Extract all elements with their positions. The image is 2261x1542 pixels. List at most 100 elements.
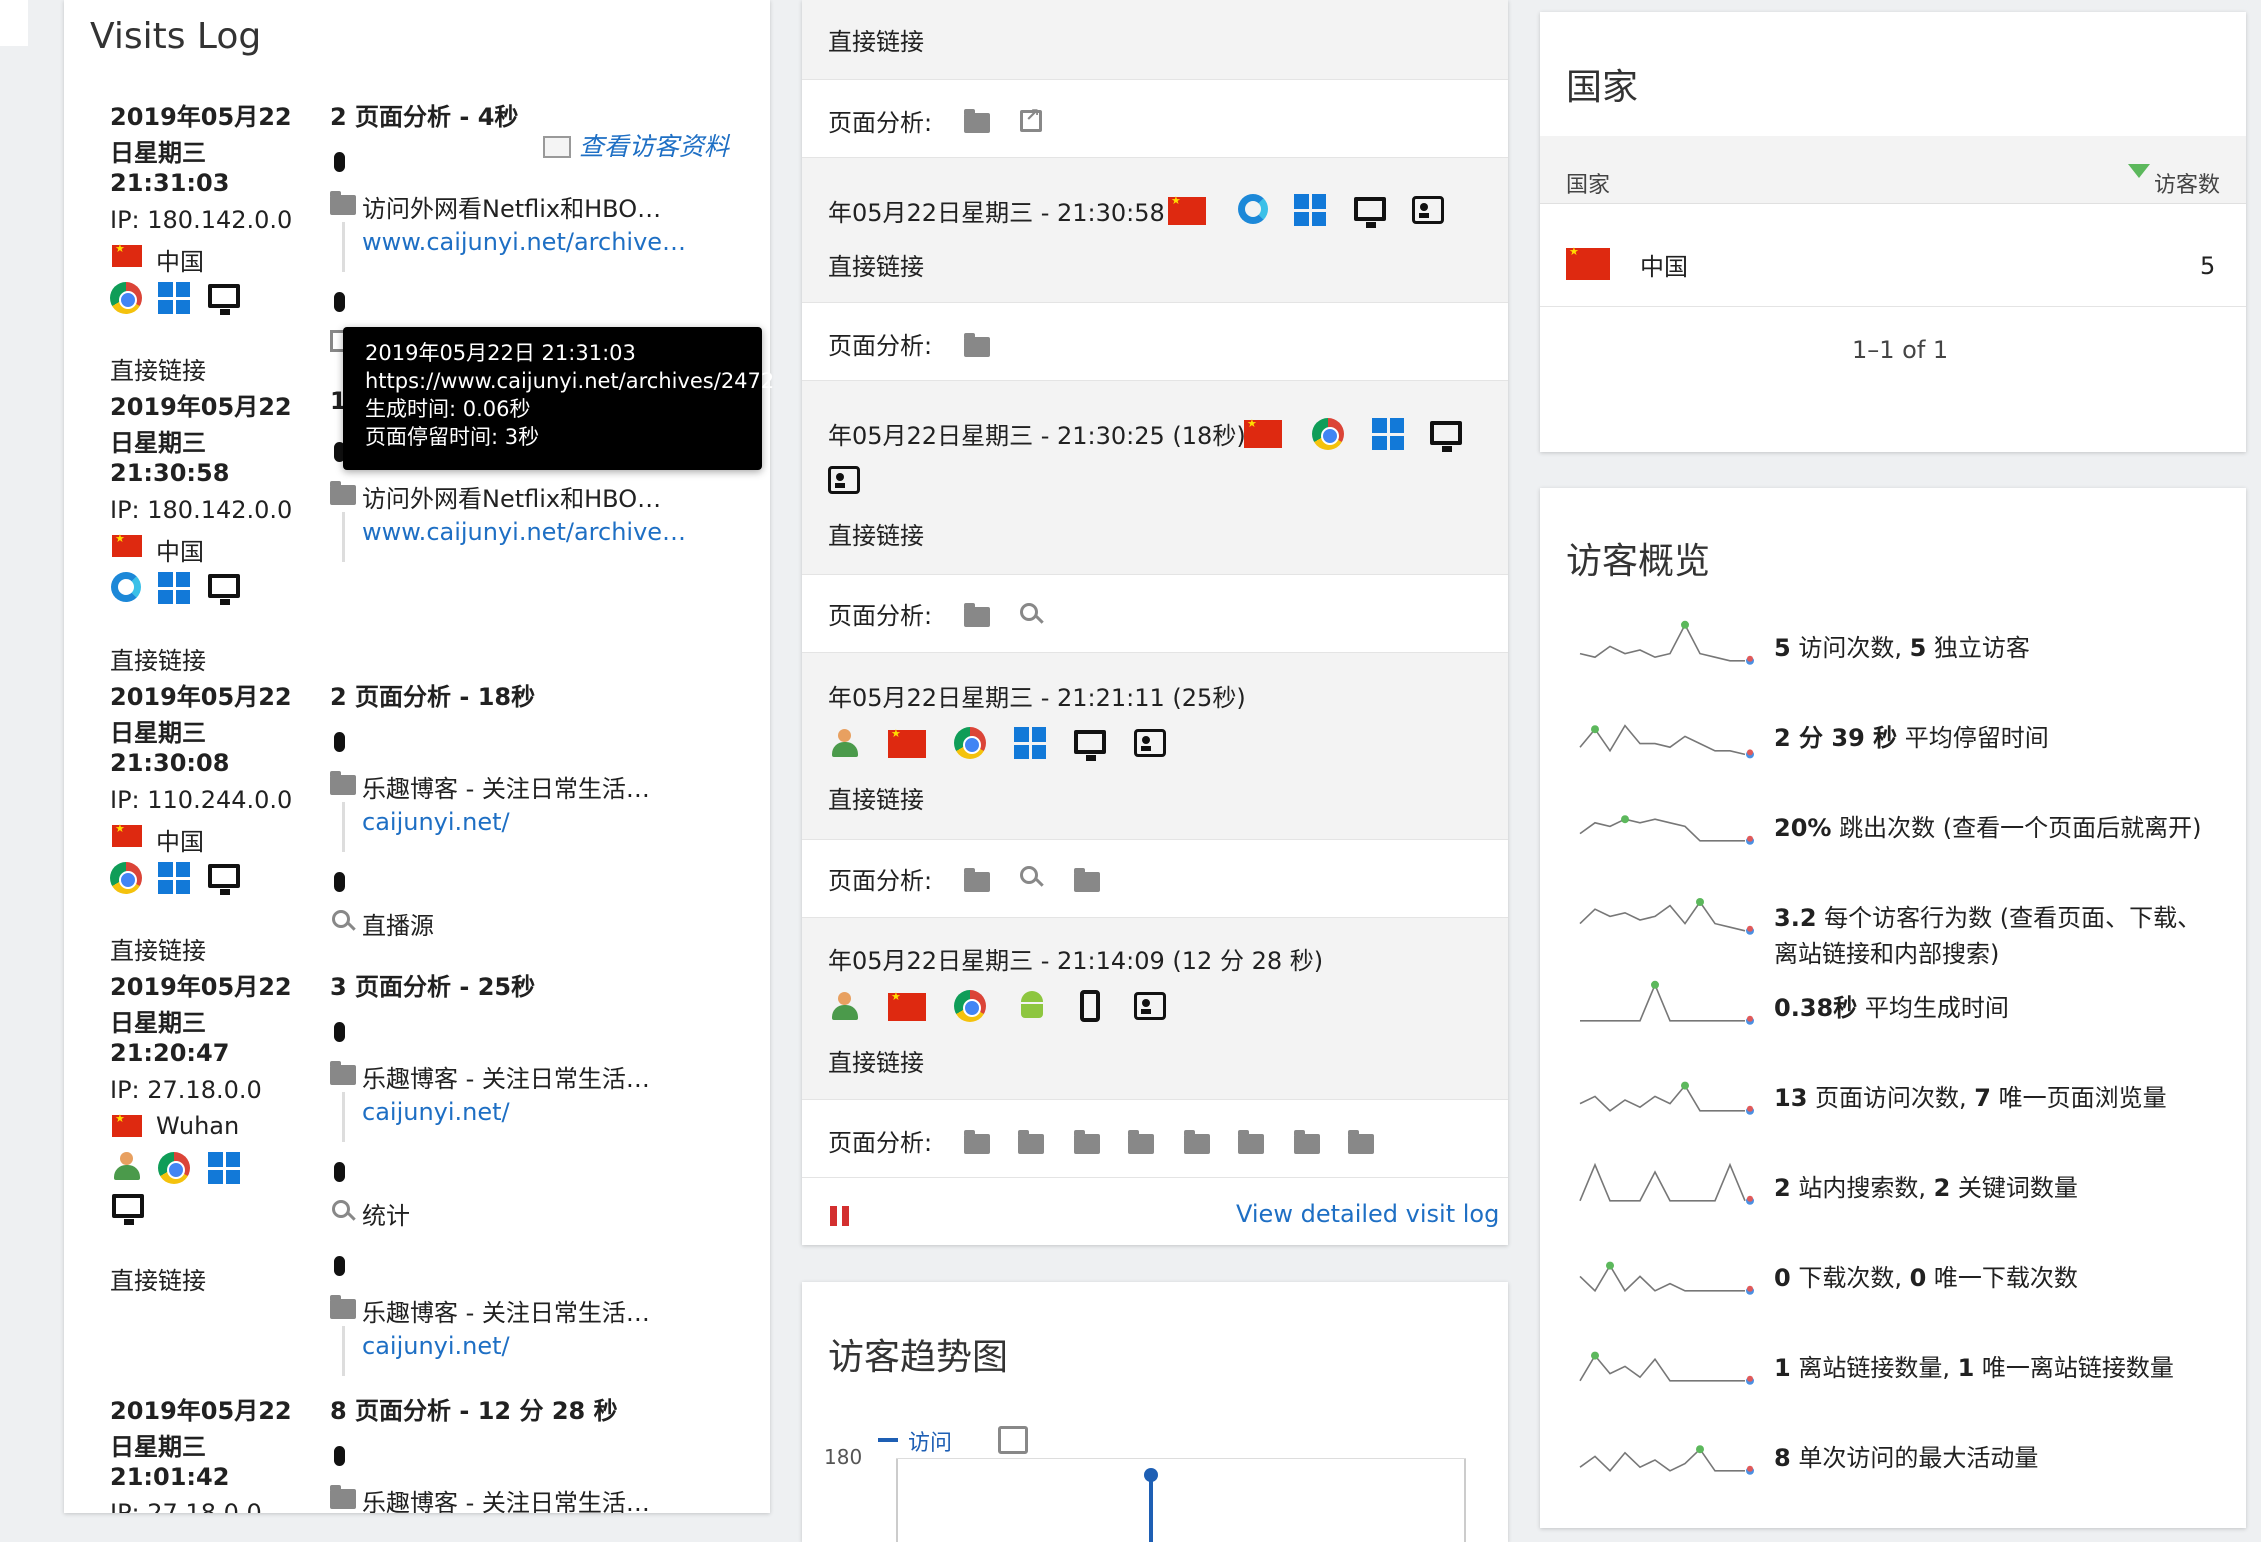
- metric-label-line2: 离站链接和内部搜索): [1774, 940, 2000, 968]
- page-url-link[interactable]: caijunyi.net/: [362, 1332, 510, 1360]
- page-title[interactable]: 乐趣博客 - 关注日常生活…: [362, 769, 650, 804]
- page-url-link[interactable]: www.caijunyi.net/archive…: [362, 228, 686, 256]
- sparkline[interactable]: [1574, 1426, 1754, 1486]
- sort-arrow-icon[interactable]: [2128, 164, 2150, 178]
- page-title[interactable]: 访问外网看Netflix和HBO…: [362, 479, 661, 514]
- metric-label: 访问次数,: [1790, 634, 1910, 662]
- folder-icon[interactable]: [1128, 1130, 1154, 1154]
- chart-type-icon[interactable]: [998, 1426, 1028, 1454]
- page-url-link[interactable]: caijunyi.net/: [362, 808, 510, 836]
- sparkline[interactable]: [1574, 1246, 1754, 1306]
- actions-label: 页面分析:: [828, 602, 933, 630]
- windows-icon: [208, 1152, 240, 1184]
- visit-ip: IP: 180.142.0.0: [110, 206, 293, 234]
- visit-referrer: 直接链接: [828, 28, 924, 56]
- column-header-country[interactable]: 国家: [1566, 167, 1610, 199]
- page-url-link[interactable]: caijunyi.net/: [362, 1098, 510, 1126]
- metric-value: 3.2: [1774, 904, 1817, 932]
- sparkline[interactable]: [1574, 976, 1754, 1036]
- folder-icon[interactable]: [1238, 1130, 1264, 1154]
- china-flag-icon: [1244, 417, 1282, 448]
- visit-referrer: 直接链接: [110, 1267, 206, 1295]
- returning-visitor-icon: [828, 990, 860, 1022]
- windows-icon: [158, 862, 190, 894]
- visitor-profile-icon[interactable]: [1134, 992, 1166, 1020]
- metric-label: 平均停留时间: [1897, 724, 2049, 752]
- pause-icon[interactable]: [830, 1206, 850, 1226]
- legend-line-icon: [878, 1438, 898, 1442]
- overview-title: 访客概览: [1566, 541, 1711, 582]
- external-link-icon[interactable]: [1020, 105, 1042, 132]
- sparkline[interactable]: [1574, 706, 1754, 766]
- visit-date: 2019年05月22: [110, 683, 292, 711]
- sparkline[interactable]: [1574, 1156, 1754, 1216]
- visitor-profile-icon[interactable]: [1412, 196, 1444, 224]
- folder-icon[interactable]: [964, 333, 990, 357]
- page-title[interactable]: 乐趣博客 - 关注日常生活…: [362, 1483, 650, 1513]
- action-tooltip: 2019年05月22日 21:31:03 https://www.caijuny…: [343, 327, 774, 470]
- folder-icon[interactable]: [1294, 1130, 1320, 1154]
- action-marker-icon: [334, 1446, 345, 1466]
- visit-date: 2019年05月22: [110, 973, 292, 1001]
- visit-referrer: 直接链接: [110, 937, 206, 965]
- page-url-link[interactable]: www.caijunyi.net/archive…: [362, 518, 686, 546]
- country-name[interactable]: 中国: [1640, 247, 1688, 282]
- profile-card-icon: [543, 136, 571, 158]
- sparkline[interactable]: [1574, 796, 1754, 856]
- visitor-profile-icon[interactable]: [1134, 729, 1166, 757]
- sparkline[interactable]: [1574, 1336, 1754, 1396]
- folder-icon[interactable]: [1184, 1130, 1210, 1154]
- china-flag-icon: [1566, 245, 1610, 280]
- visits-overview-card: 访客概览 5 访问次数, 5 独立访客 2 分 39 秒 平均停留时间 20% 跳出…: [1540, 488, 2246, 1528]
- desktop-icon: [1354, 197, 1386, 228]
- metric-value: 2 分 39 秒: [1774, 724, 1898, 752]
- legend-visits-label[interactable]: 访问: [908, 1425, 952, 1457]
- search-icon[interactable]: [1020, 866, 1038, 884]
- left-edge-strip: [0, 0, 28, 46]
- visitor-profile-icon[interactable]: [828, 466, 860, 494]
- folder-icon: [330, 1295, 356, 1319]
- visit-ip: IP: 27.18.0.0: [110, 1076, 262, 1104]
- visit-actions: 2 页面分析 - 18秒: [330, 683, 536, 711]
- search-icon[interactable]: [1020, 603, 1038, 621]
- pagination-text: 1–1 of 1: [1852, 336, 1949, 364]
- metric-label: 关键词数量: [1950, 1174, 2078, 1202]
- detailed-visit-log-link[interactable]: View detailed visit log: [1236, 1200, 1499, 1228]
- visit-ip: IP: 110.244.0.0: [110, 786, 293, 814]
- action-marker-icon: [334, 732, 345, 752]
- china-flag-icon: [888, 727, 926, 758]
- tooltip-time-on-page: 页面停留时间: 3秒: [365, 425, 540, 449]
- folder-icon[interactable]: [1018, 1130, 1044, 1154]
- folder-icon[interactable]: [964, 868, 990, 892]
- sparkline[interactable]: [1574, 886, 1754, 946]
- folder-icon[interactable]: [1074, 868, 1100, 892]
- page-title[interactable]: 访问外网看Netflix和HBO…: [362, 189, 661, 224]
- page-title[interactable]: 乐趣博客 - 关注日常生活…: [362, 1059, 650, 1094]
- timeline-line: [342, 222, 345, 272]
- profile-link-label: 查看访客资料: [579, 132, 730, 161]
- folder-icon[interactable]: [964, 603, 990, 627]
- visit-referrer: 直接链接: [828, 1049, 924, 1077]
- page-title[interactable]: 乐趣博客 - 关注日常生活…: [362, 1293, 650, 1328]
- visit-weekday: 日星期三: [110, 139, 206, 167]
- desktop-icon: [208, 864, 240, 895]
- country-title: 国家: [1566, 67, 1639, 108]
- folder-icon[interactable]: [1348, 1130, 1374, 1154]
- sparkline[interactable]: [1574, 1066, 1754, 1126]
- overview-metric: 2 分 39 秒 平均停留时间: [1774, 720, 2049, 756]
- overview-metric: 13 页面访问次数, 7 唯一页面浏览量: [1774, 1080, 2167, 1116]
- folder-icon[interactable]: [964, 1130, 990, 1154]
- column-header-visits[interactable]: 访客数: [2154, 167, 2220, 199]
- actions-label: 页面分析:: [828, 1129, 933, 1157]
- folder-icon: [330, 1485, 356, 1509]
- folder-icon[interactable]: [964, 109, 990, 133]
- visitor-profile-link[interactable]: 查看访客资料: [543, 127, 729, 163]
- timeline-line: [342, 512, 345, 562]
- folder-icon[interactable]: [1074, 1130, 1100, 1154]
- action-marker-icon: [334, 872, 345, 892]
- visit-time: 21:20:47: [110, 1039, 230, 1067]
- metric-label: 单次访问的最大活动量: [1790, 1444, 2039, 1472]
- visit-weekday: 日星期三: [110, 429, 206, 457]
- sparkline[interactable]: [1574, 616, 1754, 676]
- metric-label: 唯一离站链接数量: [1974, 1354, 2174, 1382]
